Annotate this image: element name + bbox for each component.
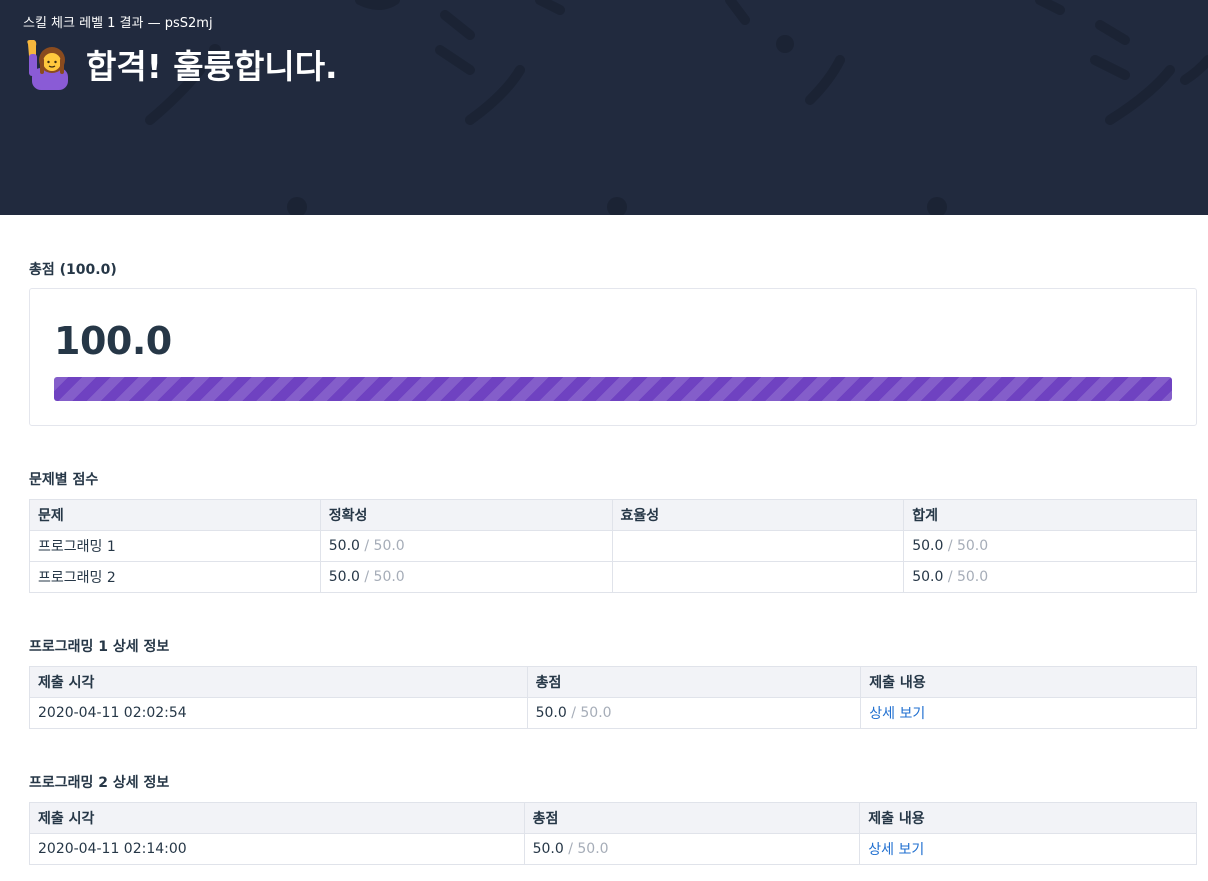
column-header-submit-time: 제출 시각 [29,802,525,834]
table-header-row: 문제 정확성 효율성 합계 [29,499,1197,531]
total-score-value: 100.0 [54,319,172,363]
result-subtitle: 스킬 체크 레벨 1 결과 — psS2mj [23,16,213,31]
score-cell: 50.0 / 50.0 [526,697,862,729]
detail-2-title: 프로그래밍 2 상세 정보 [29,775,170,791]
table-row: 프로그래밍 2 50.0 / 50.0 50.0 / 50.0 [29,561,1197,593]
person-raising-hand-icon [22,38,74,90]
total-score-title: 총점 (100.0) [29,262,117,278]
accuracy-cell: 50.0 / 50.0 [319,530,613,562]
column-header-submit-time: 제출 시각 [29,666,528,698]
table-row: 프로그래밍 1 50.0 / 50.0 50.0 / 50.0 [29,530,1197,562]
sum-score: 50.0 [912,569,944,585]
table-row: 2020-04-11 02:14:00 50.0 / 50.0 상세 보기 [29,833,1197,865]
problem-scores-table: 문제 정확성 효율성 합계 프로그래밍 1 50.0 / 50.0 50.0 /… [29,499,1197,593]
accuracy-cell: 50.0 / 50.0 [319,561,613,593]
page-title: 합격! 훌륭합니다. [22,38,338,90]
column-header-sum: 합계 [903,499,1197,531]
sum-cell: 50.0 / 50.0 [903,530,1197,562]
score-progress-bar [54,377,1172,401]
column-header-content: 제출 내용 [860,666,1197,698]
score-progress-fill [54,377,1172,401]
problem-name: 프로그래밍 2 [29,561,321,593]
accuracy-score: 50.0 [328,538,360,554]
view-details-link[interactable]: 상세 보기 [868,842,924,858]
sum-score: 50.0 [912,538,944,554]
content-cell: 상세 보기 [860,697,1197,729]
submit-time: 2020-04-11 02:14:00 [29,833,525,865]
sum-max: / 50.0 [943,569,989,585]
score-value: 50.0 [532,841,564,857]
column-header-content: 제출 내용 [859,802,1197,834]
column-header-score: 총점 [526,666,862,698]
accuracy-max: / 50.0 [359,569,405,585]
score-value: 50.0 [535,705,567,721]
table-row: 2020-04-11 02:02:54 50.0 / 50.0 상세 보기 [29,697,1197,729]
detail-1-table: 제출 시각 총점 제출 내용 2020-04-11 02:02:54 50.0 … [29,666,1197,729]
view-details-link[interactable]: 상세 보기 [869,706,925,722]
column-header-score: 총점 [523,802,861,834]
background-pattern [145,0,1208,215]
submit-time: 2020-04-11 02:02:54 [29,697,528,729]
result-header: 스킬 체크 레벨 1 결과 — psS2mj 합격! 훌륭합니다. [0,0,1208,215]
efficiency-cell [611,561,905,593]
score-max: / 50.0 [566,705,612,721]
sum-cell: 50.0 / 50.0 [903,561,1197,593]
result-title-text: 합격! 훌륭합니다. [86,47,338,86]
problem-name: 프로그래밍 1 [29,530,321,562]
detail-1-title: 프로그래밍 1 상세 정보 [29,639,170,655]
score-max: / 50.0 [563,841,609,857]
column-header-accuracy: 정확성 [319,499,613,531]
accuracy-score: 50.0 [328,569,360,585]
sum-max: / 50.0 [943,538,989,554]
efficiency-cell [611,530,905,562]
total-score-card: 100.0 [29,288,1197,426]
score-cell: 50.0 / 50.0 [523,833,861,865]
problem-scores-title: 문제별 점수 [29,472,99,488]
column-header-efficiency: 효율성 [611,499,905,531]
table-header-row: 제출 시각 총점 제출 내용 [29,802,1197,834]
accuracy-max: / 50.0 [359,538,405,554]
table-header-row: 제출 시각 총점 제출 내용 [29,666,1197,698]
detail-2-table: 제출 시각 총점 제출 내용 2020-04-11 02:14:00 50.0 … [29,802,1197,865]
content-cell: 상세 보기 [859,833,1197,865]
column-header-problem: 문제 [29,499,321,531]
